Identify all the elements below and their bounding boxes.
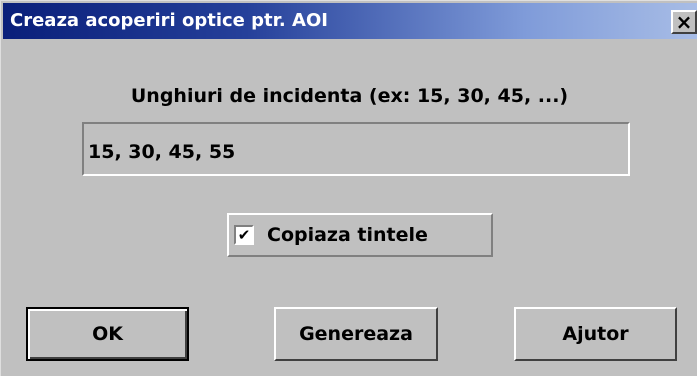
title-bar[interactable]: Creaza acoperiri optice ptr. AOI ×	[3, 3, 697, 39]
close-button[interactable]: ×	[671, 10, 697, 34]
help-button[interactable]: Ajutor	[514, 307, 677, 361]
window-title: Creaza acoperiri optice ptr. AOI	[10, 10, 328, 31]
angles-input[interactable]	[82, 122, 630, 176]
copy-targets-checkbox-group[interactable]: ✔ Copiaza tintele	[227, 213, 493, 257]
ok-button[interactable]: OK	[26, 307, 189, 361]
close-icon: ×	[675, 9, 693, 34]
dialog-window: Creaza acoperiri optice ptr. AOI × Unghi…	[0, 0, 697, 376]
generate-button[interactable]: Genereaza	[274, 307, 438, 361]
checkmark-icon: ✔	[237, 225, 251, 244]
angles-label: Unghiuri de incidenta (ex: 15, 30, 45, .…	[130, 85, 569, 107]
copy-targets-checkbox[interactable]: ✔	[234, 225, 254, 245]
copy-targets-label[interactable]: Copiaza tintele	[267, 224, 428, 246]
